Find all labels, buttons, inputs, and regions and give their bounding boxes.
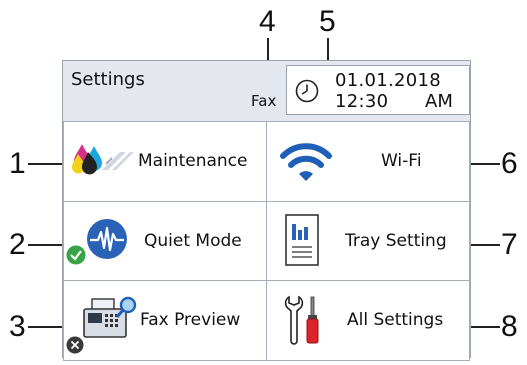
page-title: Settings xyxy=(71,69,145,90)
x-badge-icon xyxy=(66,336,84,358)
callout-6: 6 xyxy=(501,147,518,180)
settings-grid: Maintenance Wi-Fi Quiet Mode Tray Settin… xyxy=(63,121,470,361)
callout-3-line xyxy=(28,326,62,328)
fax-preview-button[interactable]: Fax Preview xyxy=(63,280,267,361)
time-display: 12:30 xyxy=(335,91,389,112)
callout-5: 5 xyxy=(319,5,336,38)
tray-setting-label: Tray Setting xyxy=(345,231,447,251)
quiet-mode-icon xyxy=(86,218,128,264)
date-time-button[interactable]: 01.01.2018 12:30 AM xyxy=(286,65,470,115)
callout-2: 2 xyxy=(9,228,26,261)
all-settings-button[interactable]: All Settings xyxy=(266,280,470,361)
fax-preview-label: Fax Preview xyxy=(140,310,241,330)
callout-4: 4 xyxy=(259,5,276,38)
fax-mode-label: Fax xyxy=(251,92,277,110)
maintenance-button[interactable]: Maintenance xyxy=(63,121,267,202)
clock-icon xyxy=(295,79,319,103)
check-badge-icon xyxy=(66,245,86,269)
maintenance-label: Maintenance xyxy=(138,151,248,171)
date-display: 01.01.2018 xyxy=(335,70,442,91)
tools-icon xyxy=(281,293,327,351)
all-settings-label: All Settings xyxy=(347,310,444,330)
ampm-display: AM xyxy=(425,91,453,112)
callout-8-line xyxy=(470,326,500,328)
wifi-label: Wi-Fi xyxy=(381,151,422,171)
wifi-button[interactable]: Wi-Fi xyxy=(266,121,470,202)
ink-drops-icon xyxy=(68,140,136,184)
quiet-mode-button[interactable]: Quiet Mode xyxy=(63,201,267,282)
callout-7: 7 xyxy=(501,228,518,261)
callout-1: 1 xyxy=(9,147,26,180)
tray-setting-button[interactable]: Tray Setting xyxy=(266,201,470,282)
settings-screen: Settings Fax 01.01.2018 12:30 AM Mainten… xyxy=(62,60,471,361)
callout-1-line xyxy=(28,163,62,165)
callout-6-line xyxy=(470,163,500,165)
document-chart-icon xyxy=(285,214,319,270)
callout-5-line xyxy=(327,38,329,62)
quiet-mode-label: Quiet Mode xyxy=(144,231,242,251)
callout-3: 3 xyxy=(9,310,26,343)
callout-8: 8 xyxy=(501,310,518,343)
callout-7-line xyxy=(470,244,500,246)
callout-2-line xyxy=(28,244,62,246)
fax-machine-icon xyxy=(78,293,138,347)
wifi-icon xyxy=(279,140,333,188)
